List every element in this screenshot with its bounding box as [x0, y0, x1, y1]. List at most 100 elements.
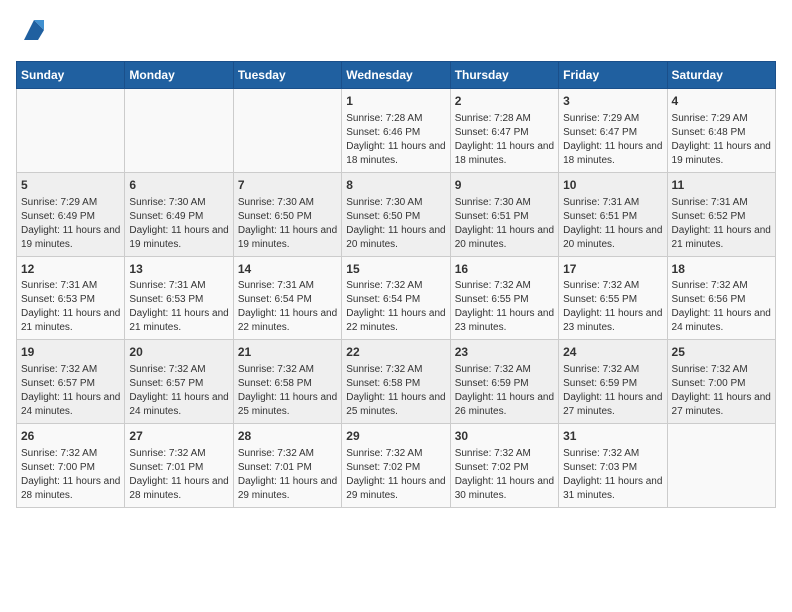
- calendar-cell: [17, 89, 125, 173]
- calendar-table: SundayMondayTuesdayWednesdayThursdayFrid…: [16, 61, 776, 508]
- calendar-cell: 13Sunrise: 7:31 AMSunset: 6:53 PMDayligh…: [125, 256, 233, 340]
- calendar-cell: 4 Sunrise: 7:29 AMSunset: 6:48 PMDaylight…: [667, 89, 775, 173]
- day-header-monday: Monday: [125, 62, 233, 89]
- day-number: 31: [563, 428, 662, 445]
- calendar-cell: 14Sunrise: 7:31 AMSunset: 6:54 PMDayligh…: [233, 256, 341, 340]
- calendar-cell: 5 Sunrise: 7:29 AMSunset: 6:49 PMDaylight…: [17, 172, 125, 256]
- day-info: Sunrise: 7:28 AMSunset: 6:47 PMDaylight:…: [455, 112, 554, 168]
- day-info: Sunrise: 7:32 AMSunset: 6:55 PMDaylight:…: [455, 279, 554, 335]
- calendar-cell: 9 Sunrise: 7:30 AMSunset: 6:51 PMDaylight…: [450, 172, 558, 256]
- day-number: 8: [346, 177, 445, 194]
- day-info: Sunrise: 7:31 AMSunset: 6:54 PMDaylight:…: [238, 279, 337, 335]
- day-info: Sunrise: 7:31 AMSunset: 6:52 PMDaylight:…: [672, 196, 771, 252]
- calendar-cell: 19 Sunrise: 7:32 AMSunset: 6:57 PMDayligh…: [17, 340, 125, 424]
- day-info: Sunrise: 7:32 AMSunset: 7:02 PMDaylight:…: [346, 447, 445, 503]
- day-number: 4: [672, 93, 771, 110]
- day-number: 11: [672, 177, 771, 194]
- calendar-cell: 31Sunrise: 7:32 AMSunset: 7:03 PMDayligh…: [559, 424, 667, 508]
- day-number: 20: [129, 344, 228, 361]
- calendar-cell: 16Sunrise: 7:32 AMSunset: 6:55 PMDayligh…: [450, 256, 558, 340]
- calendar-week-row: 5 Sunrise: 7:29 AMSunset: 6:49 PMDaylight…: [17, 172, 776, 256]
- day-number: 1: [346, 93, 445, 110]
- calendar-cell: 21Sunrise: 7:32 AMSunset: 6:58 PMDayligh…: [233, 340, 341, 424]
- day-header-thursday: Thursday: [450, 62, 558, 89]
- calendar-header-row: SundayMondayTuesdayWednesdayThursdayFrid…: [17, 62, 776, 89]
- calendar-cell: 15Sunrise: 7:32 AMSunset: 6:54 PMDayligh…: [342, 256, 450, 340]
- day-info: Sunrise: 7:32 AMSunset: 6:57 PMDaylight:…: [21, 363, 120, 419]
- day-info: Sunrise: 7:32 AMSunset: 7:00 PMDaylight:…: [672, 363, 771, 419]
- day-number: 13: [129, 261, 228, 278]
- day-number: 16: [455, 261, 554, 278]
- calendar-cell: [125, 89, 233, 173]
- calendar-cell: 17Sunrise: 7:32 AMSunset: 6:55 PMDayligh…: [559, 256, 667, 340]
- calendar-cell: 7 Sunrise: 7:30 AMSunset: 6:50 PMDaylight…: [233, 172, 341, 256]
- calendar-cell: [233, 89, 341, 173]
- day-number: 22: [346, 344, 445, 361]
- day-number: 18: [672, 261, 771, 278]
- day-info: Sunrise: 7:32 AMSunset: 7:00 PMDaylight:…: [21, 447, 120, 503]
- calendar-week-row: 12Sunrise: 7:31 AMSunset: 6:53 PMDayligh…: [17, 256, 776, 340]
- day-number: 24: [563, 344, 662, 361]
- day-info: Sunrise: 7:30 AMSunset: 6:49 PMDaylight:…: [129, 196, 228, 252]
- day-info: Sunrise: 7:32 AMSunset: 6:58 PMDaylight:…: [238, 363, 337, 419]
- calendar-week-row: 1 Sunrise: 7:28 AMSunset: 6:46 PMDaylight…: [17, 89, 776, 173]
- day-number: 23: [455, 344, 554, 361]
- day-info: Sunrise: 7:32 AMSunset: 6:58 PMDaylight:…: [346, 363, 445, 419]
- day-number: 29: [346, 428, 445, 445]
- calendar-cell: [667, 424, 775, 508]
- calendar-cell: 25 Sunrise: 7:32 AMSunset: 7:00 PMDayligh…: [667, 340, 775, 424]
- calendar-week-row: 19 Sunrise: 7:32 AMSunset: 6:57 PMDayligh…: [17, 340, 776, 424]
- day-header-friday: Friday: [559, 62, 667, 89]
- day-info: Sunrise: 7:28 AMSunset: 6:46 PMDaylight:…: [346, 112, 445, 168]
- logo-text: [16, 16, 48, 49]
- day-info: Sunrise: 7:32 AMSunset: 6:55 PMDaylight:…: [563, 279, 662, 335]
- day-number: 15: [346, 261, 445, 278]
- calendar-cell: 6 Sunrise: 7:30 AMSunset: 6:49 PMDaylight…: [125, 172, 233, 256]
- calendar-cell: 11 Sunrise: 7:31 AMSunset: 6:52 PMDayligh…: [667, 172, 775, 256]
- day-number: 12: [21, 261, 120, 278]
- day-info: Sunrise: 7:29 AMSunset: 6:47 PMDaylight:…: [563, 112, 662, 168]
- day-number: 27: [129, 428, 228, 445]
- day-number: 25: [672, 344, 771, 361]
- calendar-cell: 20 Sunrise: 7:32 AMSunset: 6:57 PMDayligh…: [125, 340, 233, 424]
- day-number: 28: [238, 428, 337, 445]
- calendar-cell: 26 Sunrise: 7:32 AMSunset: 7:00 PMDayligh…: [17, 424, 125, 508]
- day-header-tuesday: Tuesday: [233, 62, 341, 89]
- calendar-cell: 24Sunrise: 7:32 AMSunset: 6:59 PMDayligh…: [559, 340, 667, 424]
- day-header-wednesday: Wednesday: [342, 62, 450, 89]
- calendar-cell: 30Sunrise: 7:32 AMSunset: 7:02 PMDayligh…: [450, 424, 558, 508]
- day-info: Sunrise: 7:32 AMSunset: 6:54 PMDaylight:…: [346, 279, 445, 335]
- day-number: 3: [563, 93, 662, 110]
- calendar-cell: 3 Sunrise: 7:29 AMSunset: 6:47 PMDaylight…: [559, 89, 667, 173]
- page-header: [16, 16, 776, 49]
- day-info: Sunrise: 7:31 AMSunset: 6:53 PMDaylight:…: [21, 279, 120, 335]
- day-number: 26: [21, 428, 120, 445]
- day-info: Sunrise: 7:30 AMSunset: 6:51 PMDaylight:…: [455, 196, 554, 252]
- day-info: Sunrise: 7:32 AMSunset: 6:57 PMDaylight:…: [129, 363, 228, 419]
- calendar-cell: 28Sunrise: 7:32 AMSunset: 7:01 PMDayligh…: [233, 424, 341, 508]
- calendar-cell: 2 Sunrise: 7:28 AMSunset: 6:47 PMDaylight…: [450, 89, 558, 173]
- day-number: 7: [238, 177, 337, 194]
- day-number: 30: [455, 428, 554, 445]
- calendar-cell: 18Sunrise: 7:32 AMSunset: 6:56 PMDayligh…: [667, 256, 775, 340]
- day-number: 2: [455, 93, 554, 110]
- day-number: 5: [21, 177, 120, 194]
- day-number: 6: [129, 177, 228, 194]
- day-info: Sunrise: 7:32 AMSunset: 6:59 PMDaylight:…: [455, 363, 554, 419]
- day-info: Sunrise: 7:29 AMSunset: 6:48 PMDaylight:…: [672, 112, 771, 168]
- day-header-sunday: Sunday: [17, 62, 125, 89]
- day-number: 17: [563, 261, 662, 278]
- day-info: Sunrise: 7:29 AMSunset: 6:49 PMDaylight:…: [21, 196, 120, 252]
- day-number: 9: [455, 177, 554, 194]
- calendar-week-row: 26 Sunrise: 7:32 AMSunset: 7:00 PMDayligh…: [17, 424, 776, 508]
- calendar-cell: 8 Sunrise: 7:30 AMSunset: 6:50 PMDaylight…: [342, 172, 450, 256]
- day-number: 10: [563, 177, 662, 194]
- calendar-cell: 29 Sunrise: 7:32 AMSunset: 7:02 PMDayligh…: [342, 424, 450, 508]
- calendar-cell: 12Sunrise: 7:31 AMSunset: 6:53 PMDayligh…: [17, 256, 125, 340]
- day-info: Sunrise: 7:31 AMSunset: 6:51 PMDaylight:…: [563, 196, 662, 252]
- calendar-cell: 22 Sunrise: 7:32 AMSunset: 6:58 PMDayligh…: [342, 340, 450, 424]
- day-number: 19: [21, 344, 120, 361]
- day-info: Sunrise: 7:30 AMSunset: 6:50 PMDaylight:…: [238, 196, 337, 252]
- day-info: Sunrise: 7:30 AMSunset: 6:50 PMDaylight:…: [346, 196, 445, 252]
- day-info: Sunrise: 7:32 AMSunset: 7:01 PMDaylight:…: [129, 447, 228, 503]
